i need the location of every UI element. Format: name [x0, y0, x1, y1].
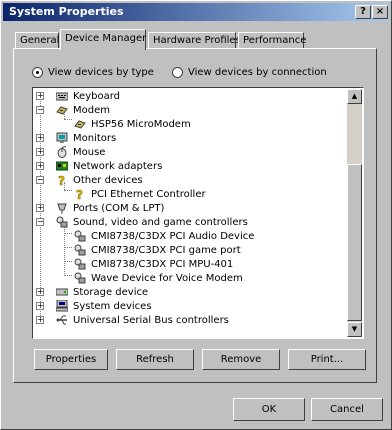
refresh-button[interactable]: Refresh: [116, 349, 194, 370]
expand-usb-controllers[interactable]: +: [36, 316, 44, 324]
view-by-connection-label: View devices by connection: [188, 67, 327, 78]
view-by-connection-radio[interactable]: [172, 67, 183, 78]
window-title: System Properties: [9, 5, 124, 18]
tree-item-cmi8738-audio-device[interactable]: CMI8738/C3DX PCI Audio Device: [74, 229, 254, 243]
view-by-connection-option[interactable]: View devices by connection: [172, 67, 327, 78]
scroll-down-button[interactable]: ▼: [347, 322, 362, 337]
tree-item-label: CMI8738/C3DX PCI MPU-401: [91, 258, 234, 270]
tree-item-sound-video-game-controllers[interactable]: Sound, video and game controllers: [56, 215, 248, 229]
scroll-up-button[interactable]: ▲: [347, 89, 362, 104]
tree-item-wave-device-voice-modem[interactable]: Wave Device for Voice Modem: [74, 271, 243, 285]
remove-button[interactable]: Remove: [202, 349, 280, 370]
tab-general[interactable]: General: [15, 32, 59, 49]
device-tree-items: Keyboard + Modem − HSP56 MicroModem Moni…: [34, 89, 348, 337]
question-icon: ?: [56, 174, 68, 189]
tree-item-pci-ethernet-controller[interactable]: ? PCI Ethernet Controller: [74, 187, 206, 203]
close-button[interactable]: ×: [372, 5, 388, 19]
view-by-type-option[interactable]: View devices by type: [32, 67, 154, 78]
properties-button[interactable]: Properties: [34, 349, 108, 370]
tree-item-usb-controllers[interactable]: Universal Serial Bus controllers: [56, 313, 229, 327]
tree-item-label: CMI8738/C3DX PCI game port: [91, 244, 241, 256]
tree-item-cmi8738-mpu-401[interactable]: CMI8738/C3DX PCI MPU-401: [74, 257, 233, 271]
cancel-button[interactable]: Cancel: [311, 398, 383, 421]
expand-network-adapters[interactable]: +: [36, 162, 44, 170]
help-button[interactable]: ?: [355, 5, 371, 19]
view-by-type-label: View devices by type: [48, 67, 154, 78]
tree-item-label: Other devices: [73, 174, 143, 186]
expand-storage-device[interactable]: +: [36, 288, 44, 296]
tree-item-label: Network adapters: [73, 160, 163, 172]
device-tree[interactable]: Keyboard + Modem − HSP56 MicroModem Moni…: [32, 87, 364, 339]
view-by-type-radio[interactable]: [32, 67, 43, 78]
tree-item-label: System devices: [73, 300, 152, 312]
tree-item-modem[interactable]: Modem: [56, 103, 110, 117]
tree-item-label: HSP56 MicroModem: [91, 118, 191, 130]
tree-item-mouse[interactable]: Mouse: [56, 145, 105, 159]
network-adapter-icon: [55, 160, 69, 172]
question-icon: ?: [74, 188, 86, 203]
tree-item-label: CMI8738/C3DX PCI Audio Device: [91, 230, 255, 242]
system-properties-window: System Properties ? × General Device Man…: [0, 0, 392, 430]
ok-button[interactable]: OK: [233, 398, 305, 421]
tree-item-label: Wave Device for Voice Modem: [91, 272, 243, 284]
tree-item-ports[interactable]: Ports (COM & LPT): [56, 201, 164, 215]
collapse-sound-video-game-controllers[interactable]: −: [36, 218, 44, 226]
port-icon: [56, 202, 68, 214]
title-bar[interactable]: System Properties ? ×: [3, 3, 389, 21]
keyboard-icon: [55, 90, 69, 102]
tree-item-cmi8738-game-port[interactable]: CMI8738/C3DX PCI game port: [74, 243, 241, 257]
scroll-thumb[interactable]: [347, 164, 362, 321]
mouse-icon: [56, 146, 68, 158]
tree-item-label: Mouse: [73, 146, 106, 158]
expand-monitors[interactable]: +: [36, 134, 44, 142]
tree-scrollbar[interactable]: ▲ ▼: [347, 89, 362, 337]
tree-item-monitors[interactable]: Monitors: [56, 131, 116, 145]
sound-icon: [74, 258, 86, 270]
sound-icon: [74, 272, 86, 284]
collapse-other-devices[interactable]: −: [36, 176, 44, 184]
usb-icon: [56, 314, 68, 326]
sound-icon: [74, 244, 86, 256]
tree-item-label: Storage device: [73, 286, 149, 298]
tree-item-keyboard[interactable]: Keyboard: [55, 89, 121, 103]
tab-hardware-profiles[interactable]: Hardware Profiles: [148, 32, 241, 49]
expand-mouse[interactable]: +: [36, 148, 44, 156]
tree-item-label: Keyboard: [73, 90, 121, 102]
tree-item-storage-device[interactable]: Storage device: [55, 285, 149, 299]
tree-item-network-adapters[interactable]: Network adapters: [55, 159, 163, 173]
tree-item-system-devices[interactable]: System devices: [55, 299, 152, 313]
monitor-icon: [56, 132, 68, 144]
computer-icon: [55, 299, 69, 312]
device-manager-panel: View devices by type View devices by con…: [13, 48, 377, 383]
sound-icon: [74, 230, 86, 242]
tree-item-label: Modem: [73, 104, 110, 116]
tree-item-label: Ports (COM & LPT): [73, 202, 165, 214]
tab-device-manager[interactable]: Device Manager: [60, 29, 146, 50]
svg-text:?: ?: [76, 188, 83, 200]
print-button[interactable]: Print...: [288, 349, 366, 370]
modem-icon: [74, 118, 86, 130]
expand-ports[interactable]: +: [36, 204, 44, 212]
tab-performance[interactable]: Performance: [238, 32, 306, 49]
sound-icon: [56, 216, 68, 228]
expand-system-devices[interactable]: +: [36, 302, 44, 310]
tree-item-label: Universal Serial Bus controllers: [73, 314, 229, 326]
tree-item-label: PCI Ethernet Controller: [91, 188, 206, 200]
tree-item-label: Sound, video and game controllers: [73, 216, 248, 228]
tree-item-hsp56-micromodem[interactable]: HSP56 MicroModem: [74, 117, 191, 131]
expand-keyboard[interactable]: +: [36, 92, 44, 100]
svg-text:?: ?: [58, 174, 65, 186]
tree-item-label: Monitors: [73, 132, 117, 144]
modem-icon: [56, 104, 68, 116]
collapse-modem[interactable]: −: [36, 106, 44, 114]
tree-item-other-devices[interactable]: ? Other devices: [56, 173, 143, 189]
storage-icon: [55, 286, 69, 298]
